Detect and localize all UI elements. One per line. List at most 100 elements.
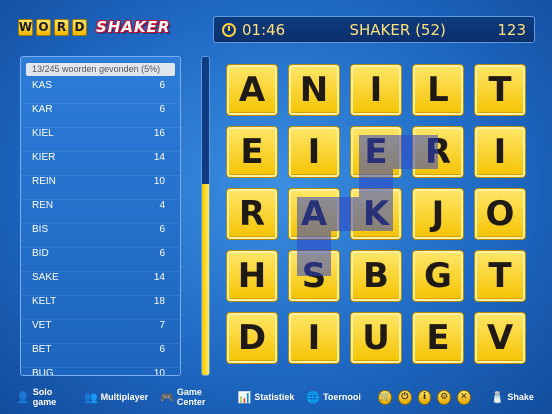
toolbar-item-label: Statistiek <box>254 392 295 402</box>
globe-icon: 🌐 <box>306 391 321 404</box>
logo-tile: O <box>36 18 51 36</box>
letter-tile[interactable]: E <box>350 126 402 178</box>
gear-icon[interactable]: ⚙ <box>437 389 452 405</box>
word-points: 4 <box>159 200 165 211</box>
word-points: 14 <box>153 152 165 163</box>
score: 123 <box>497 20 526 39</box>
word-text: KIER <box>32 152 56 163</box>
letter-tile[interactable]: T <box>474 250 526 302</box>
toolbar-item-solo-game[interactable]: 👤 Solo game <box>16 387 72 407</box>
found-count: 13/245 woorden gevonden (5%) <box>26 63 175 76</box>
word-points: 6 <box>159 248 165 259</box>
toolbar-item-label: Game Center <box>176 387 206 407</box>
logo-shaker-text: SHAKER <box>96 18 171 36</box>
toolbar-item-toernooi[interactable]: 🌐 Toernooi <box>306 391 361 404</box>
letter-tile[interactable]: A <box>226 64 278 116</box>
letter-tile[interactable]: G <box>412 250 464 302</box>
word-text: KAS <box>32 80 53 91</box>
cart-icon[interactable]: 🛒 <box>378 389 392 405</box>
letter-tile[interactable]: H <box>226 250 278 302</box>
timer: 01:46 <box>242 20 286 39</box>
word-list-item[interactable]: VET 7 <box>21 320 180 344</box>
letter-grid[interactable]: ANILTEIERIRAKJOHSBGTDIUEV <box>226 64 534 370</box>
word-list-item[interactable]: BET 6 <box>21 344 180 368</box>
toolbar-item-statistiek[interactable]: 📊 Statistiek <box>238 391 295 404</box>
shaker-icon: 🧂 <box>490 391 505 404</box>
word-points: 7 <box>159 320 165 331</box>
toolbar-item-label: Solo game <box>32 387 57 407</box>
word-list-item[interactable]: KIEL 16 <box>21 128 180 152</box>
close-icon[interactable]: ✕ <box>457 389 471 405</box>
word-list-item[interactable]: KELT 18 <box>21 296 180 320</box>
letter-tile[interactable]: R <box>412 126 464 178</box>
logo: W O R D SHAKER <box>18 18 170 36</box>
letter-tile[interactable]: L <box>412 64 464 116</box>
word-list-item[interactable]: KAS 6 <box>21 80 180 104</box>
person-icon: 👤 <box>16 391 30 404</box>
letter-tile[interactable]: I <box>288 312 340 364</box>
word-list-item[interactable]: KAR 6 <box>21 104 180 128</box>
word-list-item[interactable]: REN 4 <box>21 200 180 224</box>
word-list-item[interactable]: REIN 10 <box>21 176 180 200</box>
word-points: 6 <box>159 224 165 235</box>
people-icon: 👥 <box>83 391 98 404</box>
toolbar-item-label: Multiplayer <box>100 392 149 402</box>
letter-tile[interactable]: R <box>226 188 278 240</box>
word-text: KELT <box>32 296 57 307</box>
word-text: KIEL <box>32 128 54 139</box>
letter-tile[interactable]: E <box>226 126 278 178</box>
progress-gauge <box>201 56 210 376</box>
word-text: KAR <box>32 104 53 115</box>
word-list-item[interactable]: BUG 10 <box>21 368 180 376</box>
word-list-item[interactable]: BIS 6 <box>21 224 180 248</box>
bottom-toolbar: 👤 Solo game 👥 Multiplayer 🎮 Game Center 📊 Stati… <box>16 387 546 407</box>
shake-button[interactable]: 🧂 Shake <box>491 391 534 404</box>
letter-tile[interactable]: J <box>412 188 464 240</box>
logo-tile: R <box>54 18 69 36</box>
word-points: 16 <box>153 128 165 139</box>
letter-tile[interactable]: U <box>350 312 402 364</box>
word-points: 6 <box>159 104 165 115</box>
letter-tile[interactable]: I <box>288 126 340 178</box>
word-points: 10 <box>153 176 165 187</box>
letter-tile[interactable]: I <box>474 126 526 178</box>
letter-tile[interactable]: N <box>288 64 340 116</box>
word-text: BIS <box>32 224 49 235</box>
word-text: SAKE <box>32 272 59 283</box>
logo-tile: W <box>18 18 33 36</box>
info-icon[interactable]: i <box>417 389 432 405</box>
word-list-item[interactable]: BID 6 <box>21 248 180 272</box>
letter-tile[interactable]: E <box>412 312 464 364</box>
word-text: REIN <box>32 176 56 187</box>
toolbar-item-label: Toernooi <box>323 392 361 402</box>
toolbar-item-multiplayer[interactable]: 👥 Multiplayer <box>84 391 148 404</box>
clock-icon <box>222 22 236 37</box>
mode-title: SHAKER (52) <box>349 20 446 39</box>
letter-tile[interactable]: A <box>288 188 340 240</box>
word-list-item[interactable]: SAKE 14 <box>21 272 180 296</box>
letter-tile[interactable]: D <box>226 312 278 364</box>
word-points: 6 <box>159 80 165 91</box>
found-words-panel[interactable]: 13/245 woorden gevonden (5%) KAS 6 KAR 6 KIE… <box>20 56 181 376</box>
letter-tile[interactable]: S <box>288 250 340 302</box>
letter-tile[interactable]: B <box>350 250 402 302</box>
word-text: REN <box>32 200 54 211</box>
word-list[interactable]: KAS 6 KAR 6 KIEL 16 KIER 14 REIN 10 REN 4 BIS 6 BID 6 SA… <box>21 80 180 376</box>
word-text: BUG <box>32 368 54 376</box>
letter-tile[interactable]: T <box>474 64 526 116</box>
letter-tile[interactable]: K <box>350 188 402 240</box>
power-icon[interactable]: ⏻ <box>397 389 412 405</box>
word-list-item[interactable]: KIER 14 <box>21 152 180 176</box>
letter-tile[interactable]: O <box>474 188 526 240</box>
word-points: 10 <box>153 368 165 376</box>
letter-tile[interactable]: I <box>350 64 402 116</box>
logo-tile: D <box>72 18 87 36</box>
shake-label: Shake <box>507 392 534 402</box>
word-text: BID <box>32 248 49 259</box>
letter-tile[interactable]: V <box>474 312 526 364</box>
word-points: 18 <box>153 296 165 307</box>
stats-icon: 📊 <box>237 391 252 404</box>
toolbar-item-game-center[interactable]: 🎮 Game Center <box>160 387 225 407</box>
word-text: BET <box>32 344 52 355</box>
word-points: 6 <box>159 344 165 355</box>
